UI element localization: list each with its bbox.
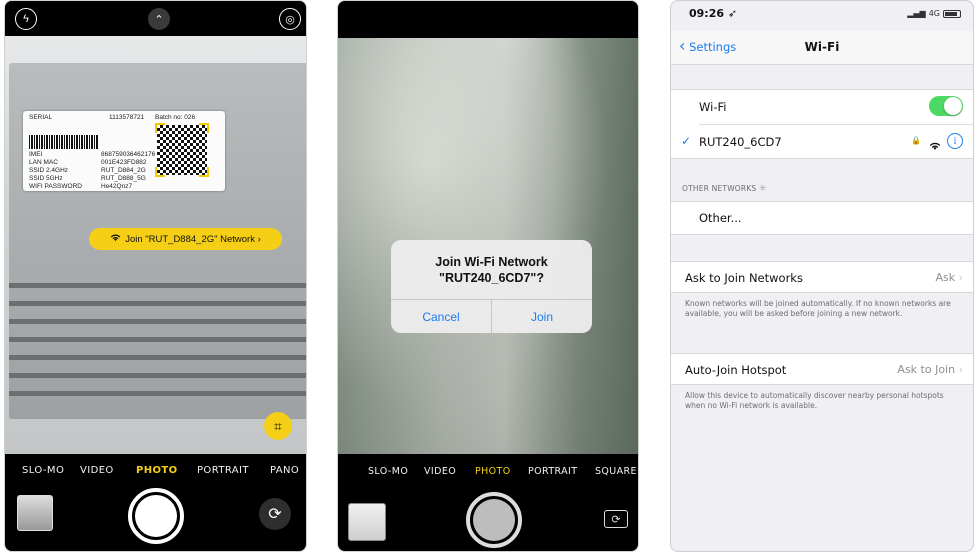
device-label-sticker: SERIAL 1113578721 Batch no: 026 IMEI 868… (23, 111, 225, 191)
qr-frame-corner (199, 123, 209, 133)
qr-frame-corner (199, 167, 209, 177)
ask-to-join-value: Ask › (935, 271, 963, 284)
router-fin (9, 319, 306, 324)
live-photo-off-icon[interactable]: ◎ (279, 8, 301, 30)
qr-frame-corner (155, 123, 165, 133)
qr-scan-icon[interactable]: ⌗ (264, 412, 292, 440)
mode-slo-mo[interactable]: SLO-MO (368, 466, 408, 477)
alert-title: Join Wi-Fi Network "RUT240_6CD7"? (391, 254, 592, 286)
auto-join-hotspot-value: Ask to Join › (897, 363, 963, 376)
camera-flip-icon[interactable]: ⟳ (604, 510, 628, 528)
last-photo-thumbnail[interactable] (348, 503, 386, 541)
router-fin (9, 373, 306, 378)
router-fin (9, 337, 306, 342)
label-wifipw-value: He42Qnz7 (101, 183, 133, 190)
time-label: 09:26 (689, 7, 725, 20)
connected-network-name: RUT240_6CD7 (699, 135, 782, 149)
navigation-bar: ‹ Settings Wi-Fi (671, 31, 973, 65)
wifi-group: Wi-Fi ✓ RUT240_6CD7 🔒 i (671, 89, 973, 159)
camera-qr-screen: ϟ ⌃ ◎ SERIAL 1113578721 Batch no: 026 IM… (4, 0, 307, 552)
alert-title-line1: Join Wi-Fi Network (435, 255, 548, 269)
label-ssid24-key: SSID 2.4GHz (29, 167, 69, 174)
mode-slo-mo[interactable]: SLO-MO (22, 465, 64, 476)
join-network-label: Join "RUT_D884_2G" Network › (125, 233, 261, 245)
page-title: Wi-Fi (804, 40, 840, 54)
wifi-toggle[interactable] (929, 96, 963, 116)
mode-photo[interactable]: PHOTO (475, 466, 511, 477)
router-fin (9, 301, 306, 306)
qr-frame-corner (155, 167, 165, 177)
label-lanmac-value: 001E423FD882 (101, 159, 147, 166)
chevron-right-icon: › (958, 271, 963, 284)
ask-to-join-label: Ask to Join Networks (685, 271, 803, 285)
join-wifi-alert: Join Wi-Fi Network "RUT240_6CD7"? Cancel… (391, 240, 592, 333)
info-icon[interactable]: i (947, 133, 963, 149)
wifi-toggle-label: Wi-Fi (699, 100, 727, 114)
mode-square[interactable]: SQUARE (595, 466, 637, 477)
battery-icon (943, 9, 961, 18)
loading-spinner-icon: ✳ (759, 184, 767, 194)
checkmark-icon: ✓ (681, 134, 692, 148)
other-networks-title: OTHER NETWORKS (682, 184, 757, 193)
label-ssid5-key: SSID 5GHz (29, 175, 63, 182)
lock-icon: 🔒 (911, 136, 921, 145)
mode-video[interactable]: VIDEO (80, 465, 114, 476)
camera-join-alert-screen: Join Wi-Fi Network "RUT240_6CD7"? Cancel… (337, 0, 639, 552)
camera-flip-icon[interactable]: ⟳ (259, 498, 291, 530)
other-networks-header: OTHER NETWORKS ✳ (682, 184, 767, 194)
status-indicators: ▂▄▆ 4G (907, 9, 961, 18)
mode-pano[interactable]: PANO (270, 465, 299, 476)
mode-portrait[interactable]: PORTRAIT (197, 465, 249, 476)
other-network-label: Other... (699, 211, 742, 225)
join-button[interactable]: Join (492, 300, 592, 333)
label-batch: Batch no: 026 (155, 114, 196, 121)
chevron-right-icon: › (958, 363, 963, 376)
camera-top-bar: ϟ ⌃ ◎ (5, 1, 306, 36)
label-lanmac-key: LAN MAC (29, 159, 58, 166)
label-wifipw-key: WIFI PASSWORD (29, 183, 82, 190)
router-fin (9, 355, 306, 360)
settings-wifi-screen: 09:26 ➶ ▂▄▆ 4G ‹ Settings Wi-Fi Wi-Fi ✓ … (670, 0, 974, 552)
flash-off-icon[interactable]: ϟ (15, 8, 37, 30)
status-time: 09:26 ➶ (689, 7, 738, 20)
label-imei-key: IMEI (29, 151, 43, 158)
alert-title-line2: "RUT240_6CD7"? (439, 271, 544, 285)
ask-to-join-value-text: Ask (935, 271, 956, 284)
label-imei-value: 868759036462176 (101, 151, 156, 158)
other-network-row[interactable]: Other... (671, 201, 973, 235)
router-fin (9, 391, 306, 396)
label-serial-value: 1113578721 (109, 114, 145, 121)
alert-buttons: Cancel Join (391, 299, 592, 333)
barcode (29, 135, 99, 149)
ask-to-join-row[interactable]: Ask to Join Networks Ask › (671, 261, 973, 293)
mode-photo[interactable]: PHOTO (136, 465, 178, 476)
mode-portrait[interactable]: PORTRAIT (528, 466, 577, 477)
mode-video[interactable]: VIDEO (424, 466, 456, 477)
label-ssid24-value: RUT_D884_2G (101, 167, 146, 174)
network-type-label: 4G (928, 9, 940, 18)
shutter-button[interactable] (466, 492, 522, 548)
signal-icon: ▂▄▆ (907, 9, 926, 18)
chevron-up-icon[interactable]: ⌃ (148, 8, 170, 30)
wifi-icon (110, 233, 121, 245)
last-photo-thumbnail[interactable] (17, 495, 53, 531)
label-serial-key: SERIAL (29, 114, 53, 121)
auto-join-hotspot-row[interactable]: Auto-Join Hotspot Ask to Join › (671, 353, 973, 385)
auto-join-hotspot-value-text: Ask to Join (897, 363, 956, 376)
wifi-signal-icon (929, 136, 941, 155)
cancel-button[interactable]: Cancel (391, 300, 492, 333)
label-ssid5-value: RUT_D888_5G (101, 175, 146, 182)
ask-to-join-footer: Known networks will be joined automatica… (685, 299, 951, 318)
auto-join-hotspot-label: Auto-Join Hotspot (685, 363, 787, 377)
connected-network-row[interactable]: ✓ RUT240_6CD7 🔒 i (671, 125, 973, 160)
router-fin (9, 283, 306, 288)
join-network-pill[interactable]: Join "RUT_D884_2G" Network › (89, 228, 282, 250)
shutter-button[interactable] (128, 488, 184, 544)
auto-join-hotspot-footer: Allow this device to automatically disco… (685, 391, 944, 410)
